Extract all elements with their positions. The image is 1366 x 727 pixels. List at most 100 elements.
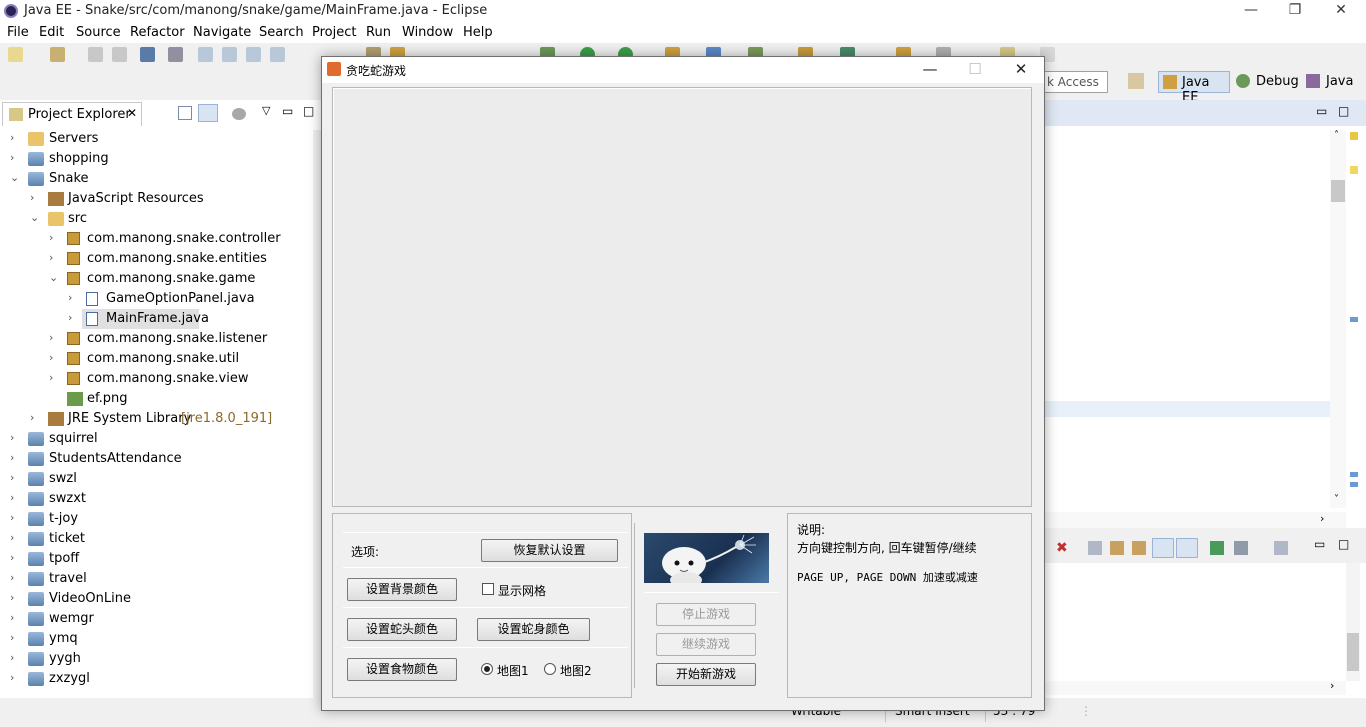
expand-icon[interactable]: › xyxy=(10,591,22,604)
link-editor-icon[interactable] xyxy=(198,104,218,122)
expand-icon[interactable]: › xyxy=(30,191,42,204)
restore-defaults-button[interactable]: 恢复默认设置 xyxy=(481,539,618,562)
show-console-icon[interactable] xyxy=(1152,538,1174,558)
lock-icon[interactable] xyxy=(1110,541,1124,555)
menu-project[interactable]: Project xyxy=(312,25,356,40)
terminal-icon[interactable] xyxy=(140,47,155,62)
disconnect-icon[interactable] xyxy=(270,47,285,62)
expand-icon[interactable]: › xyxy=(10,431,22,444)
close-tab-icon[interactable]: ✕ xyxy=(127,106,137,120)
maximize-editor-icon[interactable]: □ xyxy=(1338,104,1349,118)
show-error-console-icon[interactable] xyxy=(1176,538,1198,558)
snake-head-color-button[interactable]: 设置蛇头颜色 xyxy=(347,618,457,641)
editor-vertical-scrollbar[interactable]: ˄ ˅ xyxy=(1330,130,1346,508)
menu-file[interactable]: File xyxy=(7,25,29,40)
expand-icon[interactable]: › xyxy=(10,131,22,144)
collapse-icon[interactable]: ⌄ xyxy=(30,211,42,224)
expand-icon[interactable]: › xyxy=(10,491,22,504)
collapse-icon[interactable]: ⌄ xyxy=(10,171,22,184)
filter-icon[interactable] xyxy=(232,108,246,120)
snake-body-color-button[interactable]: 设置蛇身颜色 xyxy=(477,618,590,641)
scroll-down-icon[interactable]: ˅ xyxy=(1334,494,1339,505)
maximize-view-icon[interactable]: □ xyxy=(303,104,314,118)
perspective-debug[interactable]: Debug xyxy=(1236,71,1300,93)
expand-icon[interactable]: › xyxy=(10,451,22,464)
expand-icon[interactable]: › xyxy=(68,291,80,304)
terminate-icon[interactable] xyxy=(246,47,261,62)
minimize-icon[interactable]: — xyxy=(1241,2,1261,18)
view-menu-icon[interactable]: ▽ xyxy=(262,104,270,117)
show-grid-checkbox[interactable] xyxy=(482,583,494,595)
scroll-right-icon[interactable]: › xyxy=(1320,512,1324,525)
map2-radio[interactable] xyxy=(544,663,556,675)
maximize-panel-icon[interactable]: □ xyxy=(1338,537,1349,551)
expand-icon[interactable]: › xyxy=(49,251,61,264)
new-console-icon[interactable] xyxy=(1274,541,1288,555)
scroll-right-icon[interactable]: › xyxy=(1330,679,1334,692)
expand-icon[interactable]: › xyxy=(10,471,22,484)
scroll-up-icon[interactable]: ˄ xyxy=(1334,130,1339,141)
minimize-panel-icon[interactable]: ▭ xyxy=(1314,537,1325,551)
console-horizontal-scrollbar[interactable]: › xyxy=(1044,679,1346,695)
collapse-all-icon[interactable] xyxy=(178,106,192,120)
menu-help[interactable]: Help xyxy=(463,25,493,40)
scrollbar-thumb[interactable] xyxy=(1347,633,1359,671)
perspective-java[interactable]: Java xyxy=(1306,71,1362,93)
quick-access-input[interactable]: k Access xyxy=(1040,71,1108,93)
expand-icon[interactable]: › xyxy=(49,231,61,244)
menu-navigate[interactable]: Navigate xyxy=(193,25,251,40)
expand-icon[interactable]: › xyxy=(49,371,61,384)
expand-icon[interactable]: › xyxy=(10,551,22,564)
open-console-icon[interactable] xyxy=(1210,541,1224,555)
resume-game-button[interactable]: 继续游戏 xyxy=(656,633,756,656)
new-game-button[interactable]: 开始新游戏 xyxy=(656,663,756,686)
menu-edit[interactable]: Edit xyxy=(39,25,64,40)
food-color-button[interactable]: 设置食物颜色 xyxy=(347,658,457,681)
display-selected-console-icon[interactable] xyxy=(1234,541,1248,555)
game-maximize-icon[interactable]: ☐ xyxy=(960,60,990,78)
expand-icon[interactable]: › xyxy=(10,671,22,684)
expand-icon[interactable]: › xyxy=(10,611,22,624)
collapse-icon[interactable]: ⌄ xyxy=(49,271,61,284)
background-color-button[interactable]: 设置背景颜色 xyxy=(347,578,457,601)
expand-icon[interactable]: › xyxy=(49,351,61,364)
scrollbar-thumb[interactable] xyxy=(1331,180,1345,202)
editor-horizontal-scrollbar[interactable]: › xyxy=(1044,512,1346,528)
occurrence-marker[interactable] xyxy=(1350,472,1358,477)
expand-icon[interactable]: › xyxy=(49,331,61,344)
expand-icon[interactable]: › xyxy=(10,531,22,544)
expand-icon[interactable]: › xyxy=(10,151,22,164)
menu-source[interactable]: Source xyxy=(76,25,121,40)
perspective-java-ee[interactable]: Java EE xyxy=(1158,71,1230,105)
editor-area[interactable] xyxy=(1044,100,1366,528)
map1-radio[interactable] xyxy=(481,663,493,675)
console-scrollbar[interactable] xyxy=(1346,563,1360,681)
game-minimize-icon[interactable]: — xyxy=(915,60,945,78)
save-icon[interactable] xyxy=(88,47,103,62)
save-all-icon[interactable] xyxy=(112,47,127,62)
menu-refactor[interactable]: Refactor xyxy=(130,25,185,40)
expand-icon[interactable]: › xyxy=(10,511,22,524)
menu-search[interactable]: Search xyxy=(259,25,304,40)
occurrence-marker[interactable] xyxy=(1350,482,1358,487)
occurrence-marker[interactable] xyxy=(1350,317,1358,322)
skip-breakpoints-icon[interactable] xyxy=(168,47,183,62)
new-project-icon[interactable] xyxy=(50,47,65,62)
word-wrap-icon[interactable] xyxy=(1132,541,1146,555)
close-icon[interactable]: ✕ xyxy=(1331,2,1351,18)
resume-icon[interactable] xyxy=(198,47,213,62)
maximize-icon[interactable]: ❐ xyxy=(1285,2,1305,18)
project-explorer-tab[interactable]: Project Explorer ✕ xyxy=(2,102,142,126)
warning-marker[interactable] xyxy=(1350,166,1358,174)
warning-marker[interactable] xyxy=(1350,132,1358,140)
expand-icon[interactable]: › xyxy=(10,571,22,584)
stop-game-button[interactable]: 停止游戏 xyxy=(656,603,756,626)
minimize-editor-icon[interactable]: ▭ xyxy=(1316,104,1327,118)
expand-icon[interactable]: › xyxy=(68,311,80,324)
menu-window[interactable]: Window xyxy=(402,25,453,40)
menu-run[interactable]: Run xyxy=(366,25,391,40)
open-perspective-icon[interactable] xyxy=(1128,73,1144,89)
remove-all-icon[interactable]: ✖ xyxy=(1056,541,1070,555)
pin-icon[interactable] xyxy=(1088,541,1102,555)
expand-icon[interactable]: › xyxy=(30,411,42,424)
